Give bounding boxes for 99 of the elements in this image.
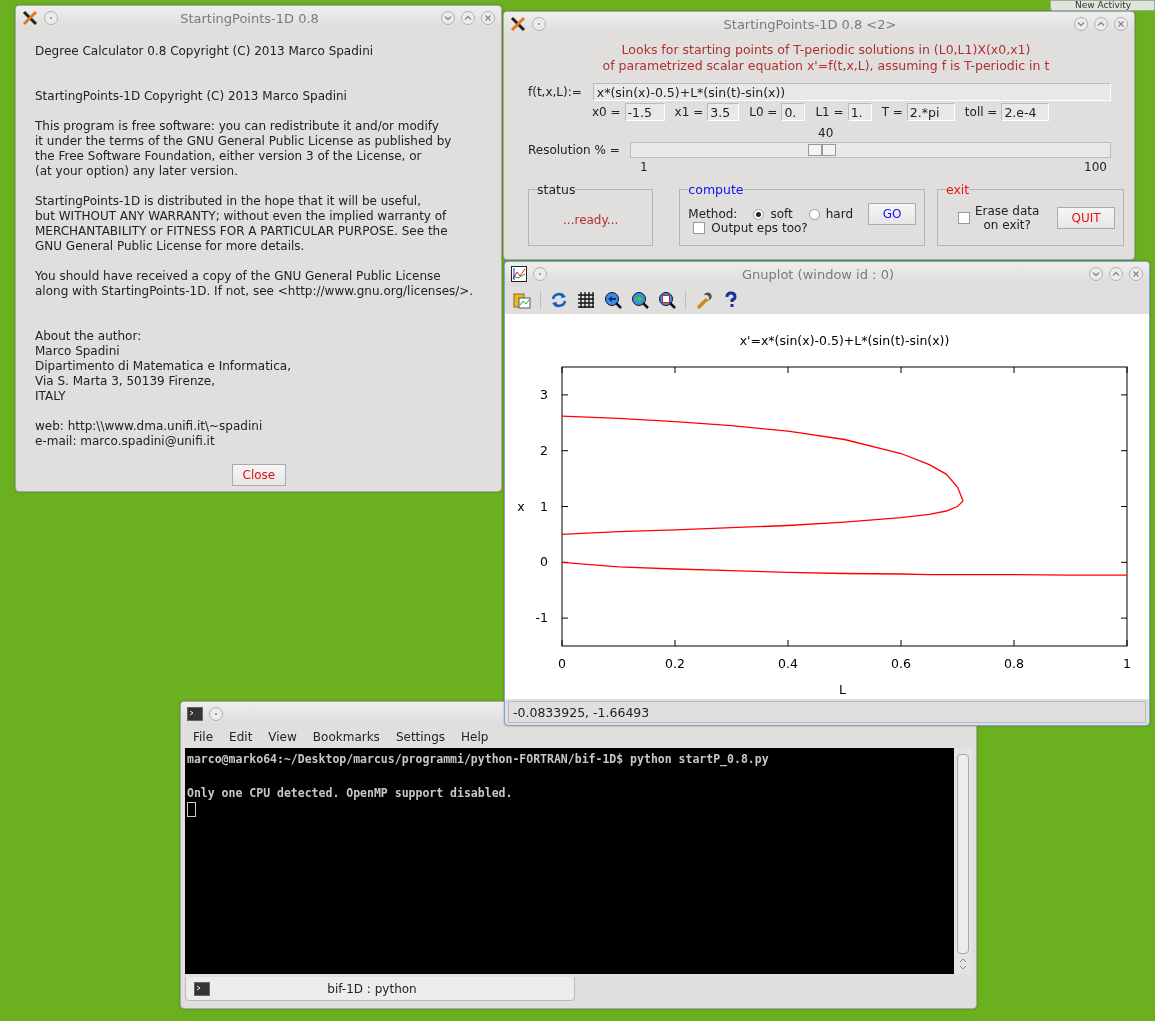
menu-item[interactable]: Bookmarks [304, 728, 388, 746]
minimize-button[interactable] [1074, 17, 1088, 31]
window-title: Gnuplot (window id : 0) [741, 266, 895, 282]
param-field[interactable]: 2.e-4 [1001, 103, 1050, 121]
maximize-button[interactable] [1109, 267, 1123, 281]
terminal-tab[interactable]: bif-1D : python [185, 977, 575, 1001]
slider-track[interactable] [629, 142, 1111, 158]
radio-label[interactable]: soft [770, 207, 793, 221]
window-title: StartingPoints-1D 0.8 [179, 10, 320, 26]
zoom-back-icon[interactable] [604, 291, 622, 309]
function-label: f(t,x,L):= [528, 85, 582, 99]
window-title: StartingPoints-1D 0.8 <2> [722, 16, 898, 32]
refresh-icon[interactable] [550, 291, 568, 309]
param-field[interactable]: 2.*pi [906, 103, 955, 121]
radio-label[interactable]: hard [825, 207, 854, 221]
x-tick-label: 0.2 [665, 656, 685, 671]
activity-tab[interactable]: New Activity [1050, 0, 1155, 11]
menu-item[interactable]: Settings [387, 728, 454, 746]
y-tick-label: 3 [540, 386, 548, 402]
license-paragraph: This program is free software: you can redistribute it and/or modify it under the terms of the GNU General Public License as published by the Free Software Foundation, either version 3 of the License, or (at your option) any later version. [35, 119, 453, 179]
param-label: L0 = [749, 105, 778, 119]
x-axis-label: L [839, 682, 846, 697]
minimize-button[interactable] [1089, 267, 1103, 281]
status-text: ...ready... [562, 213, 620, 227]
coordinates-text: -0.0833925, -1.66493 [508, 701, 1146, 723]
chart-title: x'=x*(sin(x)-0.5)+L*(sin(t)-sin(x)) [739, 333, 950, 348]
go-button[interactable]: GO [868, 203, 916, 225]
minimize-button[interactable] [441, 11, 455, 25]
license-paragraph: About the author: Marco Spadini Dipartimento di Matematica e Informatica, Via S. Marta 3, 50139 Firenze, ITALY [35, 329, 292, 404]
maximize-button[interactable] [1094, 17, 1108, 31]
maximize-button[interactable] [461, 11, 475, 25]
y-tick-label: 1 [540, 498, 548, 514]
clipboard-icon[interactable] [513, 291, 531, 309]
close-button[interactable] [1114, 17, 1128, 31]
wrench-icon[interactable] [695, 291, 713, 309]
checkbox[interactable] [693, 222, 706, 234]
resolution-label: Resolution % = [528, 143, 620, 157]
radio-button[interactable] [753, 208, 765, 220]
param-field[interactable]: -1.5 [624, 103, 665, 121]
scroll-arrows-icon[interactable] [959, 957, 967, 971]
param-field[interactable]: 0. [781, 103, 806, 121]
x-tick-label: 0.6 [891, 656, 911, 671]
license-paragraph: StartingPoints-1D Copyright (C) 2013 Marco Spadini [35, 89, 348, 104]
x-logo-icon[interactable] [22, 10, 38, 26]
param-label: toll = [964, 105, 998, 119]
close-button[interactable]: Close [231, 464, 286, 486]
checkbox-label[interactable]: Erase data on exit? [975, 204, 1040, 232]
zoom-fit-icon[interactable] [658, 291, 676, 309]
function-field[interactable]: x*(sin(x)-0.5)+L*(sin(t)-sin(x)) [592, 83, 1111, 101]
radio-button[interactable] [808, 208, 820, 220]
method-label: Method: [688, 207, 738, 221]
y-tick-label: 0 [540, 554, 548, 570]
quit-button[interactable]: QUIT [1057, 207, 1115, 229]
param-field[interactable]: 3.5 [707, 103, 740, 121]
shade-button[interactable] [209, 707, 223, 721]
zoom-forward-icon[interactable] [631, 291, 649, 309]
close-button[interactable] [1129, 267, 1143, 281]
param-label: L1 = [815, 105, 844, 119]
slider-thumb[interactable] [808, 144, 837, 156]
shade-button[interactable] [532, 17, 546, 31]
menu-item[interactable]: File [185, 728, 222, 746]
checkbox-label[interactable]: Output eps too? [711, 221, 808, 235]
param-label: T = [881, 105, 903, 119]
menu-item[interactable]: Help [453, 728, 497, 746]
slider-min-label: 1 [640, 160, 648, 174]
menu-item[interactable]: Edit [221, 728, 261, 746]
terminal-icon[interactable] [194, 981, 210, 996]
x-tick-label: 0.8 [1004, 656, 1024, 671]
license-paragraph: StartingPoints-1D is distributed in the hope that it will be useful, but WITHOUT ANY WARRANTY; without even the implied warranty of MERCHANTABILITY or FITNESS FOR A PARTICULAR PURPOSE. See the GNU General Public License for more details. [35, 194, 449, 254]
x-tick-label: 0.4 [778, 656, 798, 671]
y-axis-label: x [517, 498, 525, 514]
group-label: status [537, 182, 576, 197]
grid-icon[interactable] [577, 291, 595, 309]
checkbox[interactable] [958, 212, 970, 224]
text-cursor [187, 802, 196, 817]
param-label: x0 = [592, 105, 621, 119]
group-label: exit [946, 182, 970, 197]
terminal-line: Only one CPU detected. OpenMP support disabled. [187, 785, 514, 802]
slider-value: 40 [818, 126, 835, 140]
y-tick-label: 2 [540, 442, 548, 458]
license-paragraph: You should have received a copy of the GNU General Public License along with StartingPoints-1D. If not, see <http://www.gnu.org/licenses/>. [35, 269, 475, 299]
terminal-line: marco@marko64:~/Desktop/marcus/programmi/python-FORTRAN/bif-1D$ python startP_0.8.py [187, 751, 770, 768]
x-tick-label: 0 [558, 656, 566, 671]
license-paragraph: web: http:\\www.dma.unifi.it\~spadini e-mail: marco.spadini@unifi.it [35, 419, 264, 449]
description-text: Looks for starting points of T-periodic solutions in (L0,L1)X(x0,x1) of parametrized scalar equation x'=f(t,x,L), assuming f is T-periodic in t [601, 42, 1051, 74]
close-button[interactable] [481, 11, 495, 25]
x-tick-label: 1 [1123, 656, 1131, 671]
license-paragraph: Degree Calculator 0.8 Copyright (C) 2013 Marco Spadini [35, 44, 375, 59]
group-label: compute [688, 182, 744, 197]
shade-button[interactable] [44, 11, 58, 25]
shade-button[interactable] [533, 267, 547, 281]
menu-item[interactable]: View [260, 728, 305, 746]
chart-app-icon[interactable] [511, 266, 527, 282]
param-field[interactable]: 1. [847, 103, 872, 121]
y-tick-label: -1 [535, 610, 548, 626]
param-label: x1 = [674, 105, 704, 119]
scrollbar[interactable] [954, 748, 972, 974]
x-logo-icon[interactable] [510, 16, 526, 32]
slider-max-label: 100 [1084, 160, 1107, 174]
